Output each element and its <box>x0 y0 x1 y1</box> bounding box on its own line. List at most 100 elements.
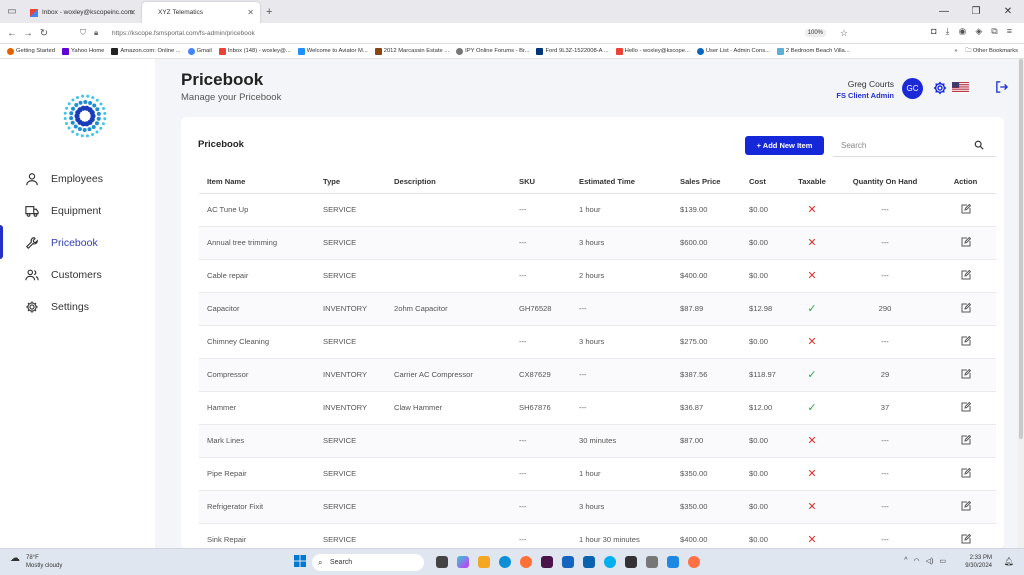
tab-list-icon[interactable]: ▭ <box>0 6 24 17</box>
slack-icon[interactable] <box>541 556 553 568</box>
table-row[interactable]: Sink Repair SERVICE --- 1 hour 30 minutes $4… <box>199 523 996 549</box>
column-header[interactable]: Item Name <box>199 171 315 194</box>
other-bookmarks[interactable]: » 🗀︎ Other Bookmarks <box>954 46 1018 56</box>
column-header[interactable]: Estimated Time <box>571 171 672 194</box>
forward-icon[interactable]: → <box>20 28 36 39</box>
url-field[interactable]: ⛉ 🔒︎ https://kscope.fsmsportal.com/fs-ad… <box>80 26 852 41</box>
us-flag-icon[interactable] <box>952 82 969 93</box>
tab-xyz-telematics[interactable]: XYZ Telematics ✕ <box>142 2 260 23</box>
logout-icon[interactable] <box>996 81 1008 93</box>
edit-icon[interactable] <box>961 500 971 511</box>
snipping-icon[interactable] <box>646 556 658 568</box>
terminal-icon[interactable] <box>625 556 637 568</box>
app-icon[interactable] <box>688 556 700 568</box>
table-row[interactable]: Cable repair SERVICE --- 2 hours $400.00 $0.0… <box>199 259 996 293</box>
outlook-icon[interactable] <box>583 556 595 568</box>
zoom-level[interactable]: 100% <box>804 29 826 37</box>
edit-icon[interactable] <box>961 368 971 379</box>
bookmark[interactable]: Amazon.com: Online ... <box>111 47 181 55</box>
column-header[interactable]: Cost <box>741 171 789 194</box>
volume-icon[interactable]: ◁) <box>926 557 934 565</box>
close-window-icon[interactable]: ✕ <box>992 6 1024 17</box>
wifi-icon[interactable]: ◠ <box>914 557 920 565</box>
close-icon[interactable]: ✕ <box>247 8 254 17</box>
table-row[interactable]: Pipe Repair SERVICE --- 1 hour $350.00 $0.00 ✕… <box>199 457 996 491</box>
photos-icon[interactable] <box>667 556 679 568</box>
new-tab-button[interactable]: + <box>266 6 272 18</box>
bookmark[interactable]: 2 Bedroom Beach Villa... <box>776 47 850 55</box>
minimize-icon[interactable]: — <box>928 6 960 17</box>
table-row[interactable]: Chimney Cleaning SERVICE --- 3 hours $275.00… <box>199 325 996 359</box>
pocket-icon[interactable]: ◘ <box>931 26 936 37</box>
notification-bell-icon[interactable]: 🔔︎ <box>1004 557 1014 566</box>
edit-icon[interactable] <box>961 203 971 214</box>
bookmark[interactable]: Getting Started <box>7 47 55 55</box>
reload-icon[interactable]: ↻ <box>36 28 52 39</box>
edit-icon[interactable] <box>961 401 971 412</box>
table-row[interactable]: Refrigerator Fixit SERVICE --- 3 hours $350.… <box>199 490 996 524</box>
menu-icon[interactable]: ≡ <box>1007 26 1012 37</box>
store-icon[interactable] <box>562 556 574 568</box>
bookmark-star-icon[interactable]: ☆ <box>840 28 848 39</box>
column-header[interactable]: Taxable <box>789 171 835 194</box>
table-row[interactable]: Annual tree trimming SERVICE --- 3 hours $60… <box>199 226 996 260</box>
page-scrollbar[interactable] <box>1018 59 1024 548</box>
scrollbar-thumb[interactable] <box>1019 59 1023 439</box>
clock[interactable]: 2:33 PM 9/30/2024 <box>965 554 992 570</box>
edit-icon[interactable] <box>961 302 971 313</box>
column-header[interactable]: SKU <box>511 171 571 194</box>
column-header[interactable]: Quantity On Hand <box>835 171 935 194</box>
edit-icon[interactable] <box>961 269 971 280</box>
settings-gear-icon[interactable] <box>933 81 947 95</box>
chevron-up-icon[interactable]: ^ <box>904 557 907 565</box>
bookmark[interactable]: IPY Online Forums - Br... <box>456 47 529 55</box>
extension-icon[interactable]: ◈ <box>975 26 982 37</box>
table-row[interactable]: Capacitor INVENTORY 2ohm Capacitor GH76528-… <box>199 292 996 326</box>
restore-icon[interactable]: ❐ <box>960 6 992 17</box>
search-input[interactable] <box>833 134 996 157</box>
taskbar-search[interactable]: ⌕ Search <box>312 554 424 571</box>
table-row[interactable]: Hammer INVENTORY Claw Hammer SH67876 --- $36.… <box>199 391 996 425</box>
sidebar-item-customers[interactable]: Customers <box>0 261 155 289</box>
sidebar-item-settings[interactable]: Settings <box>0 293 155 321</box>
sidebar-item-equipment[interactable]: Equipment <box>0 197 155 225</box>
close-icon[interactable]: ✕ <box>129 8 136 17</box>
edge-icon[interactable] <box>499 556 511 568</box>
edit-icon[interactable] <box>961 467 971 478</box>
windows-start-icon[interactable] <box>294 555 306 567</box>
file-explorer-icon[interactable] <box>436 556 448 568</box>
bookmark[interactable]: Hello - woxley@kscope... <box>615 47 690 55</box>
bookmark[interactable]: User List - Admin Cons... <box>696 47 770 55</box>
weather-widget[interactable]: ☁ 78°F Mostly cloudy <box>10 554 62 570</box>
table-row[interactable]: Mark Lines SERVICE --- 30 minutes $87.00 $0.0… <box>199 424 996 458</box>
sidebar-item-pricebook[interactable]: Pricebook <box>0 225 155 259</box>
user-info[interactable]: Greg Courts FS Client Admin <box>836 79 894 100</box>
bookmark[interactable]: Ford 9L3Z-1522008-A ... <box>536 47 609 55</box>
widgets-icon[interactable] <box>478 556 490 568</box>
bookmark[interactable]: Yahoo Home <box>62 47 104 55</box>
search-icon[interactable] <box>974 140 984 150</box>
bookmark[interactable]: 2012 Marcassin Estate ... <box>374 47 449 55</box>
battery-icon[interactable]: ▭ <box>939 557 946 565</box>
edit-icon[interactable] <box>961 533 971 544</box>
table-row[interactable]: AC Tune Up SERVICE --- 1 hour $139.00 $0.00 ✕ -… <box>199 193 996 227</box>
column-header[interactable]: Description <box>386 171 511 194</box>
copilot-icon[interactable] <box>457 556 469 568</box>
profile-icon[interactable]: ◉ <box>959 26 967 37</box>
add-new-item-button[interactable]: + Add New Item <box>745 136 824 155</box>
download-icon[interactable]: ⤓ <box>946 26 950 37</box>
back-icon[interactable]: ← <box>4 28 20 39</box>
bookmark[interactable]: Gmail <box>187 47 212 55</box>
column-header[interactable]: Sales Price <box>672 171 741 194</box>
edit-icon[interactable] <box>961 236 971 247</box>
column-header[interactable]: Type <box>315 171 386 194</box>
sidebar-item-employees[interactable]: Employees <box>0 165 155 193</box>
skype-icon[interactable] <box>604 556 616 568</box>
extensions-puzzle-icon[interactable]: ⧉ <box>991 26 997 37</box>
firefox-icon[interactable] <box>520 556 532 568</box>
avatar[interactable]: GC <box>902 78 923 99</box>
edit-icon[interactable] <box>961 335 971 346</box>
bookmark[interactable]: Inbox (148) - woxley@... <box>218 47 291 55</box>
column-header[interactable]: Action <box>935 171 996 194</box>
edit-icon[interactable] <box>961 434 971 445</box>
